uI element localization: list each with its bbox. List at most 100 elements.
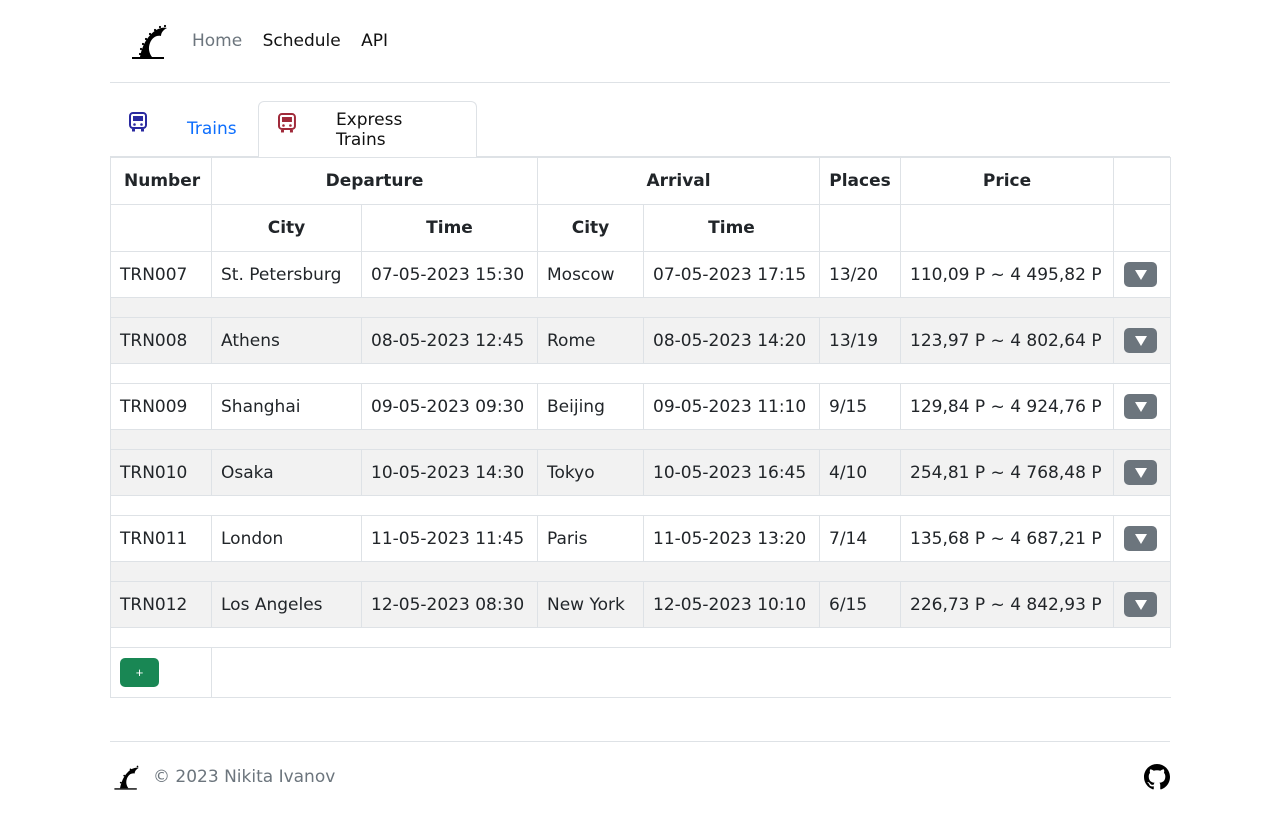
copyright-text: © 2023 Nikita Ivanov <box>153 766 336 787</box>
row-details-spacer <box>109 363 1172 384</box>
sub-empty-places <box>819 204 902 252</box>
sub-empty-price <box>900 204 1115 252</box>
triangle-down-icon <box>1134 335 1147 346</box>
col-number-header: Number <box>110 157 212 205</box>
tab-trains-label: Trains <box>187 119 237 139</box>
add-train-button[interactable]: + <box>120 658 159 687</box>
row-details-spacer <box>109 495 1172 516</box>
sub-empty-actions <box>1113 204 1172 252</box>
col-arr-time-header: Time <box>642 204 821 252</box>
cell-dep-city: London <box>211 515 362 562</box>
cell-places: 13/20 <box>819 251 902 298</box>
cell-dep-city: Shanghai <box>211 383 362 430</box>
cell-dep-city: Athens <box>211 317 362 364</box>
add-row: + <box>110 647 1171 698</box>
cell-number: TRN012 <box>110 581 212 628</box>
header-row-main: Number Departure Arrival Places Price <box>110 157 1172 205</box>
cell-number: TRN007 <box>110 251 212 298</box>
footer-logo-icon[interactable] <box>113 762 141 792</box>
cell-arr-time: 10-05-2023 16:45 <box>642 449 821 496</box>
cell-arr-city: Paris <box>537 515 644 562</box>
schedule-table: Number Departure Arrival Places Price Ci… <box>109 157 1172 698</box>
col-arrival-header: Arrival <box>536 157 821 205</box>
cell-arr-city: New York <box>537 581 644 628</box>
row-details-cell <box>109 363 1172 384</box>
cell-arr-time: 07-05-2023 17:15 <box>642 251 821 298</box>
cell-number: TRN008 <box>110 317 212 364</box>
row-details-spacer <box>109 297 1172 318</box>
expand-row-button[interactable] <box>1124 460 1158 485</box>
cell-actions <box>1113 449 1172 496</box>
triangle-down-icon <box>1134 533 1147 544</box>
tab-express-trains[interactable]: Express Trains <box>258 101 477 158</box>
cell-arr-time: 08-05-2023 14:20 <box>642 317 821 364</box>
train-icon <box>129 112 147 132</box>
cell-number: TRN011 <box>110 515 212 562</box>
row-details-spacer <box>109 429 1172 450</box>
add-cell: + <box>110 647 212 698</box>
cell-dep-time: 11-05-2023 11:45 <box>361 515 538 562</box>
table-row: TRN008 Athens 08-05-2023 12:45 Rome 08-05-20… <box>110 317 1172 364</box>
cell-places: 4/10 <box>819 449 902 496</box>
col-price-header: Price <box>900 157 1115 205</box>
github-icon[interactable] <box>1144 763 1170 790</box>
col-dep-city-header: City <box>211 204 362 252</box>
cell-actions <box>1113 251 1172 298</box>
cell-places: 13/19 <box>819 317 902 364</box>
cell-dep-time: 10-05-2023 14:30 <box>361 449 538 496</box>
cell-actions <box>1113 317 1172 364</box>
row-details-spacer <box>109 561 1172 582</box>
cell-number: TRN010 <box>110 449 212 496</box>
cell-dep-time: 12-05-2023 08:30 <box>361 581 538 628</box>
row-details-cell <box>109 627 1172 648</box>
table-row: TRN010 Osaka 10-05-2023 14:30 Tokyo 10-05-20… <box>110 449 1172 496</box>
cell-price: 110,09 P ~ 4 495,82 P <box>900 251 1115 298</box>
cell-dep-city: Los Angeles <box>211 581 362 628</box>
cell-places: 9/15 <box>819 383 902 430</box>
cell-price: 123,97 P ~ 4 802,64 P <box>900 317 1115 364</box>
train-type-tabs: Trains Express Trains <box>110 101 1170 158</box>
expand-row-button[interactable] <box>1124 262 1158 287</box>
schedule-table-wrap: Number Departure Arrival Places Price Ci… <box>109 157 1172 698</box>
triangle-down-icon <box>1134 269 1147 280</box>
cell-actions <box>1113 515 1172 562</box>
cell-arr-city: Tokyo <box>537 449 644 496</box>
cell-places: 6/15 <box>819 581 902 628</box>
table-row: TRN011 London 11-05-2023 11:45 Paris 11-05-2… <box>110 515 1172 562</box>
header-row-sub: City Time City Time <box>110 204 1172 252</box>
col-dep-time-header: Time <box>361 204 538 252</box>
cell-actions <box>1113 581 1172 628</box>
nav-api[interactable]: API <box>361 31 388 51</box>
cell-price: 254,81 P ~ 4 768,48 P <box>900 449 1115 496</box>
expand-row-button[interactable] <box>1124 394 1158 419</box>
table-row: TRN012 Los Angeles 12-05-2023 08:30 New Yor… <box>110 581 1172 628</box>
table-row: TRN009 Shanghai 09-05-2023 09:30 Beijing 09-… <box>110 383 1172 430</box>
nav-home[interactable]: Home <box>192 31 242 51</box>
cell-arr-city: Moscow <box>537 251 644 298</box>
add-row-filler <box>210 647 1171 698</box>
cell-number: TRN009 <box>110 383 212 430</box>
col-arr-city-header: City <box>537 204 644 252</box>
cell-arr-time: 09-05-2023 11:10 <box>642 383 821 430</box>
cell-price: 135,68 P ~ 4 687,21 P <box>900 515 1115 562</box>
cell-price: 129,84 P ~ 4 924,76 P <box>900 383 1115 430</box>
cell-dep-time: 07-05-2023 15:30 <box>361 251 538 298</box>
cell-actions <box>1113 383 1172 430</box>
expand-row-button[interactable] <box>1124 526 1158 551</box>
row-details-spacer <box>109 627 1172 648</box>
expand-row-button[interactable] <box>1124 328 1158 353</box>
cell-arr-city: Rome <box>537 317 644 364</box>
row-details-cell <box>109 429 1172 450</box>
triangle-down-icon <box>1134 401 1147 412</box>
cell-arr-time: 11-05-2023 13:20 <box>642 515 821 562</box>
cell-price: 226,73 P ~ 4 842,93 P <box>900 581 1115 628</box>
tab-trains[interactable]: Trains <box>110 101 258 157</box>
sub-empty-number <box>110 204 212 252</box>
nav-schedule[interactable]: Schedule <box>263 31 341 51</box>
tab-express-trains-label: Express Trains <box>335 109 403 150</box>
logo-icon[interactable] <box>130 21 170 61</box>
site-footer: © 2023 Nikita Ivanov <box>110 741 1170 811</box>
expand-row-button[interactable] <box>1124 592 1158 617</box>
cell-dep-time: 09-05-2023 09:30 <box>361 383 538 430</box>
cell-arr-time: 12-05-2023 10:10 <box>642 581 821 628</box>
